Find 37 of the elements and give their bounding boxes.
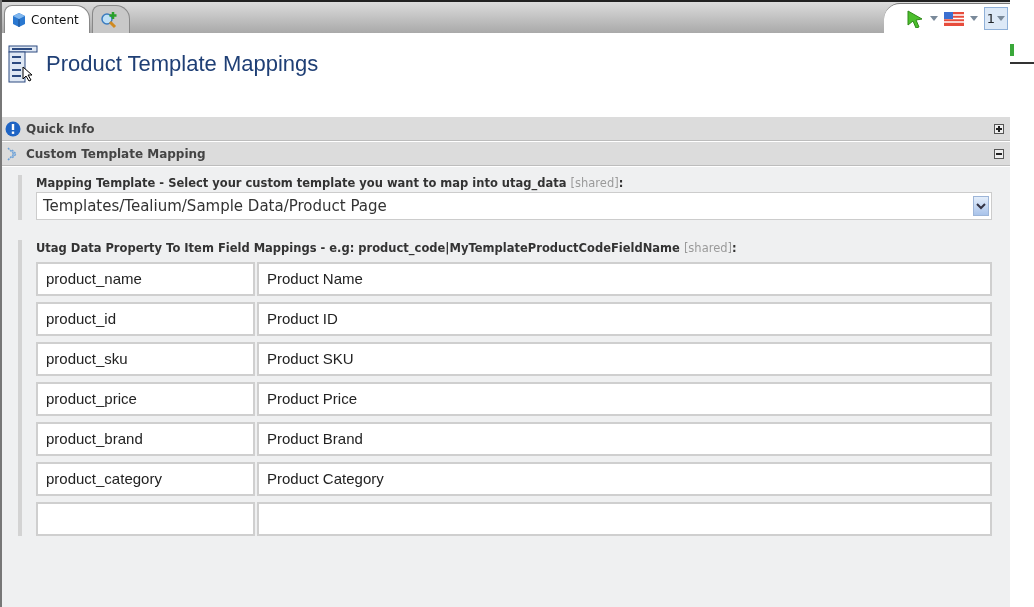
caret-icon[interactable] (929, 16, 938, 21)
property-input[interactable]: product_sku (36, 341, 255, 376)
section-title: Quick Info (26, 120, 95, 138)
caret-icon[interactable] (969, 16, 978, 21)
search-tab[interactable] (91, 5, 130, 33)
field-input[interactable]: Product Category (257, 461, 992, 496)
property-input[interactable]: product_brand (36, 421, 255, 456)
property-input[interactable]: product_category (36, 461, 255, 496)
expand-icon[interactable] (994, 123, 1004, 134)
page-title: Product Template Mappings (46, 51, 319, 78)
section-header[interactable]: Quick Info (2, 117, 1010, 141)
field-input[interactable]: Product SKU (257, 341, 992, 376)
status-marker-icon (1010, 44, 1016, 58)
field-input[interactable] (257, 501, 992, 536)
field-label: Utag Data Property To Item Field Mappings - e.g: product_code|MyTemplateProductCodeFieldName [shared]: (36, 240, 738, 258)
field-input[interactable]: Product ID (257, 301, 992, 336)
info-icon (5, 120, 21, 137)
field-input[interactable]: Product Price (257, 381, 992, 416)
section-title: Custom Template Mapping (26, 145, 206, 163)
form-layout-icon (8, 43, 38, 83)
flag-icon[interactable] (943, 11, 964, 26)
template-select[interactable]: Templates/Tealium/Sample Data/Product Page (36, 192, 992, 221)
collapse-icon[interactable] (994, 148, 1004, 159)
content-tab[interactable]: Content (4, 5, 90, 33)
field-input[interactable]: Product Name (257, 261, 992, 296)
pointer-arrow-icon[interactable] (905, 9, 924, 28)
property-input[interactable]: product_id (36, 301, 255, 336)
divider-line-icon (1010, 62, 1034, 64)
field-label: Mapping Template - Select your custom template you want to map into utag_data [shared]: (36, 175, 625, 193)
property-input[interactable] (36, 501, 255, 536)
section-header[interactable]: Custom Template Mapping (2, 142, 1010, 166)
property-input[interactable]: product_price (36, 381, 255, 416)
cube-icon (11, 11, 27, 28)
field-input[interactable]: Product Brand (257, 421, 992, 456)
property-input[interactable]: product_name (36, 261, 255, 296)
version-dropdown[interactable]: 1 (983, 6, 1008, 31)
magnifier-plus-icon (98, 10, 119, 29)
